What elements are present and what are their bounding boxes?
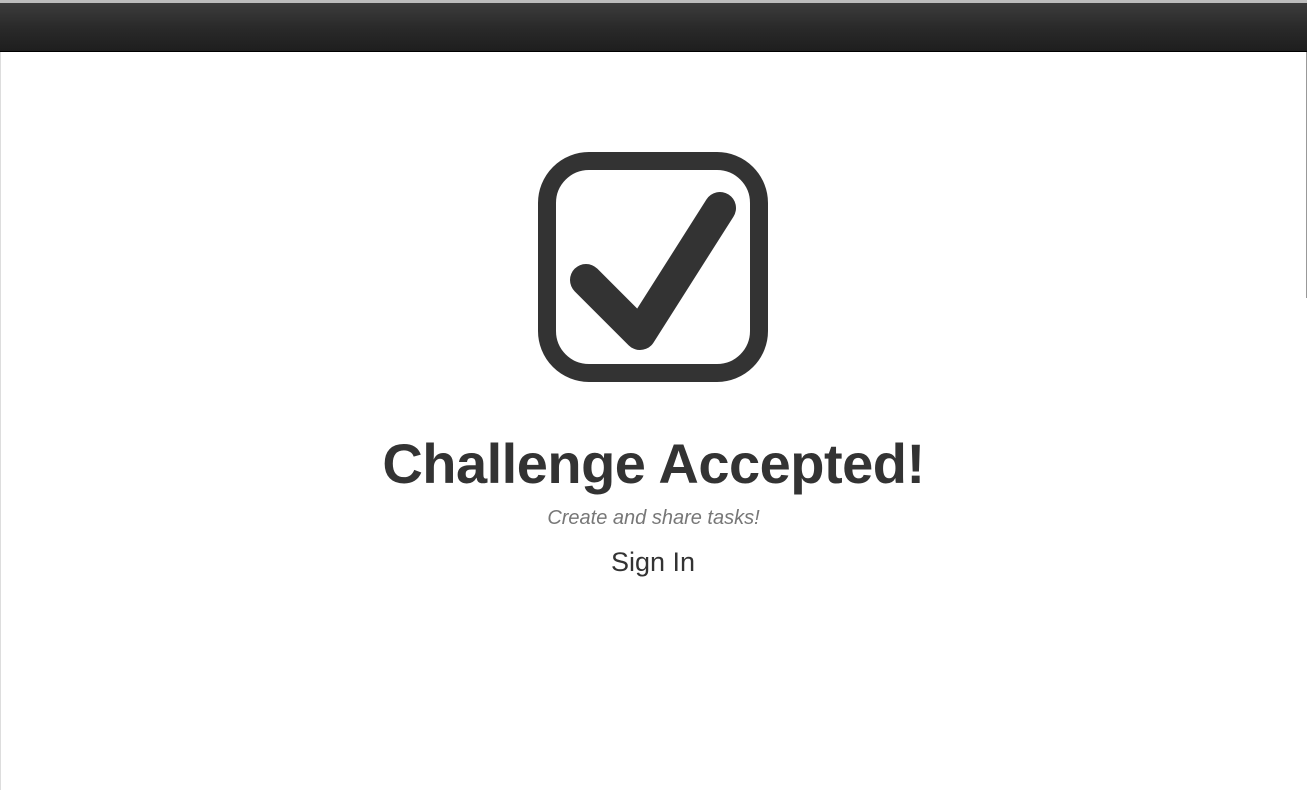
- page-title: Challenge Accepted!: [382, 432, 925, 495]
- check-square-icon: [538, 152, 768, 382]
- hero-section: Challenge Accepted! Create and share tas…: [0, 0, 1307, 790]
- sign-in-link[interactable]: Sign In: [603, 544, 703, 580]
- tagline: Create and share tasks!: [547, 507, 760, 529]
